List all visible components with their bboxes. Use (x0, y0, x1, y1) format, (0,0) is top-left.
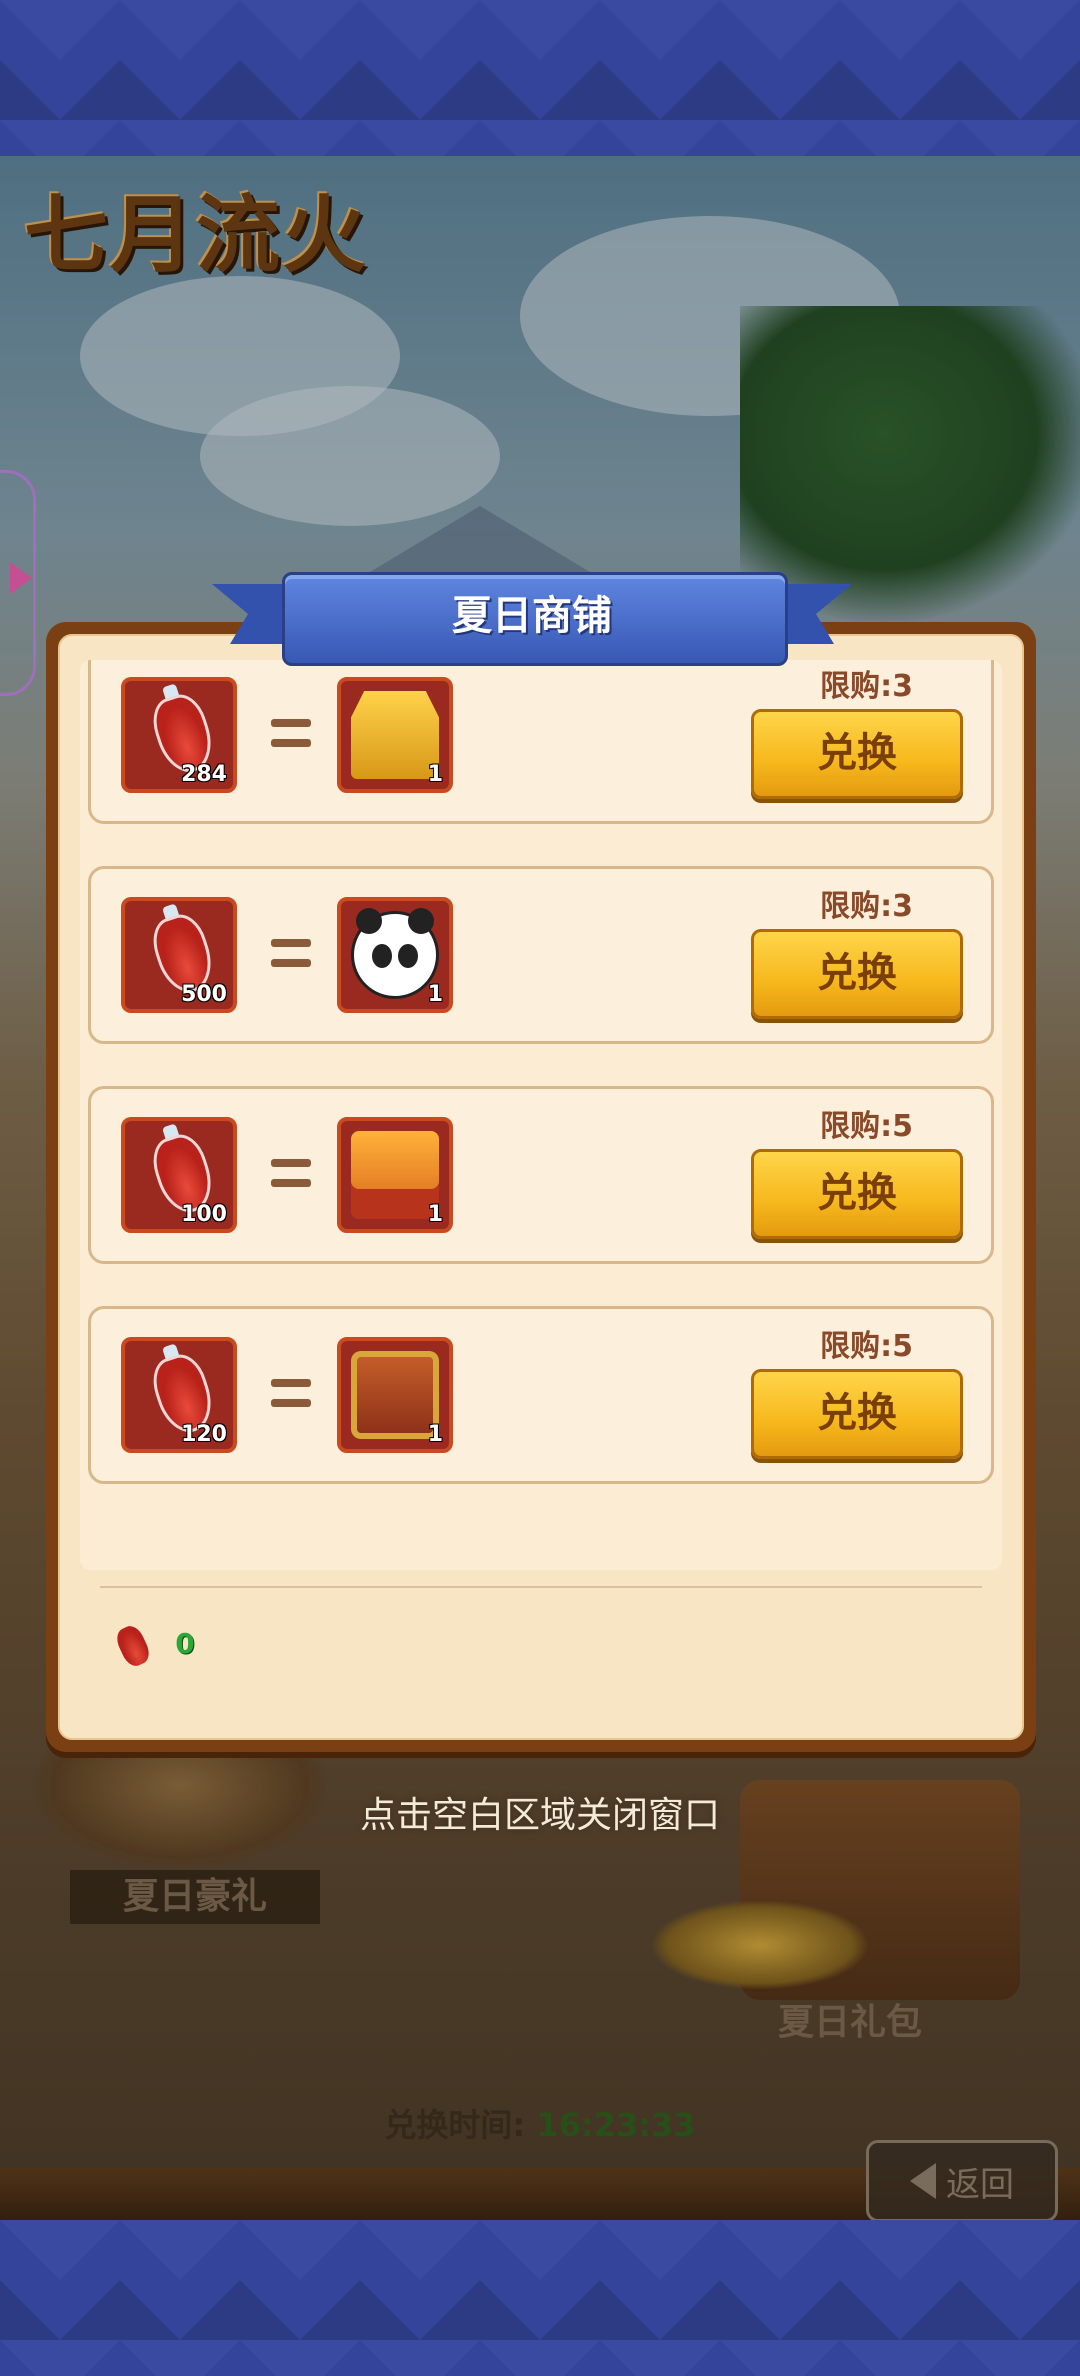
equals-icon (271, 939, 311, 947)
equals-icon (271, 1159, 311, 1167)
shop-item-row: 284 1 限购:3 兑换 (88, 660, 994, 824)
potion-cost-icon[interactable]: 120 (121, 1337, 237, 1453)
exchange-button[interactable]: 兑换 (751, 709, 963, 799)
exchange-button[interactable]: 兑换 (751, 1149, 963, 1239)
shop-item-list[interactable]: 284 1 限购:3 兑换 500 1 限购:3 兑换 100 1 限购:5 兑… (80, 660, 1002, 1570)
purchase-limit: 限购:5 (820, 1109, 913, 1144)
equals-icon-bar (271, 1399, 311, 1407)
potion-cost-icon[interactable]: 284 (121, 677, 237, 793)
potion-cost-icon[interactable]: 500 (121, 897, 237, 1013)
cost-count: 500 (181, 982, 227, 1007)
purchase-limit: 限购:5 (820, 1329, 913, 1364)
shop-item-row: 500 1 限购:3 兑换 (88, 866, 994, 1044)
panda-avatar-icon[interactable]: 1 (337, 897, 453, 1013)
shop-title: 夏日商铺 (452, 593, 612, 639)
orange-chest-icon[interactable]: 1 (337, 1117, 453, 1233)
equals-icon-bar (271, 959, 311, 967)
summer-shop-panel: 284 1 限购:3 兑换 500 1 限购:3 兑换 100 1 限购:5 兑… (46, 622, 1036, 1752)
bottom-band (0, 2220, 1080, 2376)
shop-title-banner: 夏日商铺 (212, 572, 852, 666)
cost-count: 100 (181, 1202, 227, 1227)
top-band (0, 0, 1080, 156)
golden-chest-icon[interactable]: 1 (337, 677, 453, 793)
divider (100, 1586, 982, 1588)
cost-count: 284 (181, 762, 227, 787)
reward-count: 1 (427, 762, 443, 787)
shop-item-row: 100 1 限购:5 兑换 (88, 1086, 994, 1264)
reward-count: 1 (427, 1202, 443, 1227)
purchase-limit: 限购:3 (820, 889, 913, 924)
equals-icon-bar (271, 739, 311, 747)
equals-icon (271, 719, 311, 727)
potion-bottle-icon (112, 1622, 154, 1670)
exchange-button[interactable]: 兑换 (751, 1369, 963, 1459)
equals-icon-bar (271, 1179, 311, 1187)
panel-inner: 284 1 限购:3 兑换 500 1 限购:3 兑换 100 1 限购:5 兑… (58, 634, 1024, 1740)
red-treasure-chest-icon[interactable]: 1 (337, 1337, 453, 1453)
shop-item-row: 120 1 限购:5 兑换 (88, 1306, 994, 1484)
currency-balance: 0 (175, 1627, 195, 1660)
potion-cost-icon[interactable]: 100 (121, 1117, 237, 1233)
equals-icon (271, 1379, 311, 1387)
purchase-limit: 限购:3 (820, 669, 913, 704)
reward-count: 1 (427, 1422, 443, 1447)
close-hint: 点击空白区域关闭窗口 (359, 1795, 720, 1836)
reward-count: 1 (427, 982, 443, 1007)
cost-count: 120 (181, 1422, 227, 1447)
exchange-button[interactable]: 兑换 (751, 929, 963, 1019)
